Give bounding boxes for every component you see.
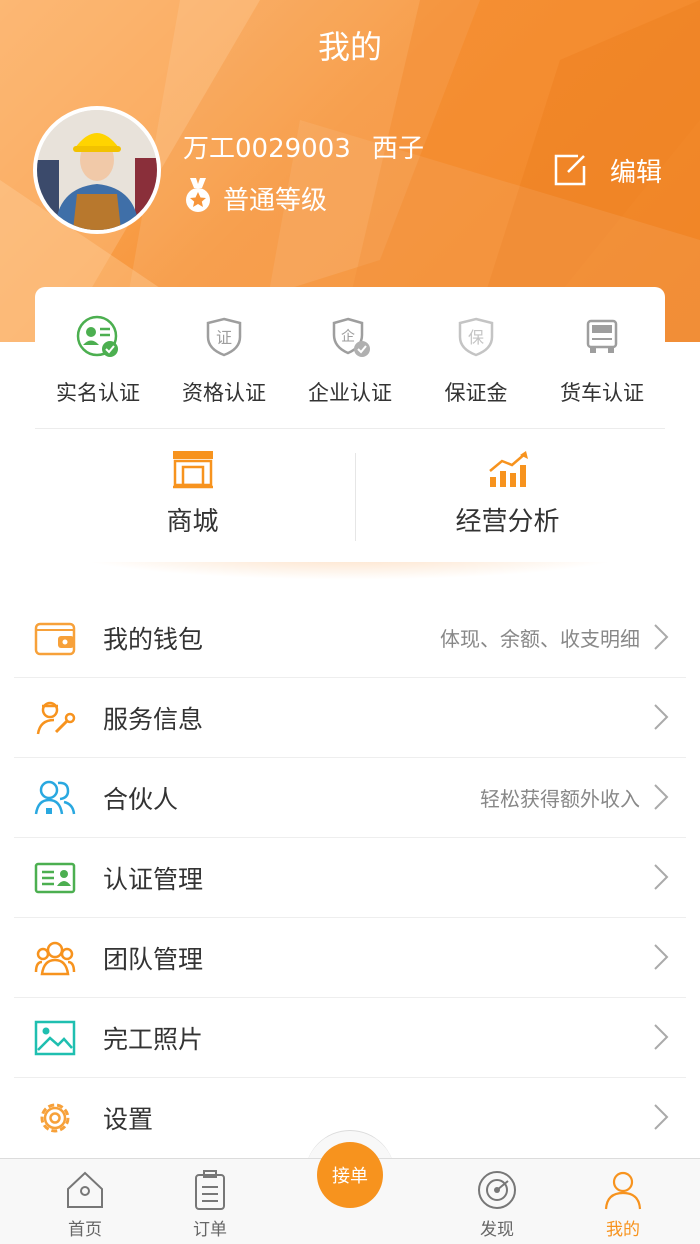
chevron-right-icon [654,1024,669,1050]
truck-icon [586,319,618,353]
business-analysis-button[interactable]: 经营分析 [350,429,665,562]
tab-label: 订单 [193,1220,227,1240]
menu-hint: 轻松获得额外收入 [480,787,640,811]
cert-item-enterprise[interactable]: 企 企业认证 [287,287,413,428]
chevron-right-icon [654,944,669,970]
store-icon [172,451,213,489]
menu-hint: 体现、余额、收支明细 [440,627,640,651]
service-worker-icon [36,701,76,735]
menu-item-partner[interactable]: 合伙人 轻松获得额外收入 [14,758,686,838]
profile-user-icon [604,1171,642,1210]
accept-order-button[interactable]: 接单 [317,1142,383,1208]
edit-icon [554,154,586,186]
tab-label: 我的 [606,1220,640,1240]
cert-label-truck: 货车认证 [560,381,644,405]
cert-item-qualification[interactable]: 证 资格认证 [161,287,287,428]
svg-text:保: 保 [468,328,484,347]
home-icon [67,1171,103,1208]
cert-item-deposit[interactable]: 保 保证金 [413,287,539,428]
svg-text:企: 企 [341,328,355,345]
deposit-shield-icon: 保 [458,317,494,357]
menu-label: 服务信息 [103,705,204,734]
menu-label: 团队管理 [103,945,204,974]
tab-orders[interactable]: 订单 [170,1159,250,1244]
wallet-icon [34,622,76,656]
tab-discover[interactable]: 发现 [457,1159,537,1244]
business-analysis-label: 经营分析 [455,507,560,537]
chevron-right-icon [654,704,669,730]
membership-level: 普通等级 [223,186,328,216]
chevron-right-icon [654,864,669,890]
analytics-chart-icon [488,451,528,487]
partners-icon [34,780,76,815]
menu-item-wallet[interactable]: 我的钱包 体现、余额、收支明细 [14,598,686,678]
svg-text:证: 证 [216,328,232,347]
avatar[interactable] [33,106,161,234]
certification-row: 实名认证 证 资格认证 企 企业认证 保 保证金 货车认证 [35,287,665,428]
shortcut-separator [355,453,356,541]
edit-label: 编辑 [610,157,663,188]
mall-label: 商城 [166,507,219,537]
id-card-icon [34,862,76,894]
photo-icon [34,1020,76,1056]
menu-item-team-management[interactable]: 团队管理 [14,918,686,998]
chevron-right-icon [654,1104,669,1130]
worker-avatar-icon [37,110,157,230]
cert-label-qualification: 资格认证 [182,381,266,405]
discover-radar-icon [478,1171,516,1209]
tab-mine[interactable]: 我的 [583,1159,663,1244]
cert-item-realname[interactable]: 实名认证 [35,287,161,428]
page-title: 我的 [317,28,382,66]
enterprise-shield-icon: 企 [332,317,370,357]
shortcut-row: 商城 经营分析 [35,429,665,562]
menu-label: 设置 [103,1105,154,1134]
tab-home[interactable]: 首页 [45,1159,125,1244]
order-list-icon [195,1170,225,1210]
menu-label: 完工照片 [103,1025,204,1054]
team-icon [34,941,76,976]
edit-profile-button[interactable]: 编辑 [552,150,662,190]
mall-button[interactable]: 商城 [35,429,350,562]
cert-label-deposit: 保证金 [444,381,508,405]
tab-label: 发现 [480,1220,514,1240]
menu-item-cert-management[interactable]: 认证管理 [14,838,686,918]
realname-verified-icon [76,315,118,357]
cert-label-realname: 实名认证 [56,381,140,405]
menu-item-completion-photos[interactable]: 完工照片 [14,998,686,1078]
certification-card: 实名认证 证 资格认证 企 企业认证 保 保证金 货车认证 商城 经营分析 [35,287,665,562]
chevron-right-icon [654,624,669,650]
qualification-shield-icon: 证 [206,317,242,357]
user-id: 万工0029003 [183,134,351,164]
medal-icon [186,178,210,212]
menu-label: 认证管理 [103,865,204,894]
menu-label: 合伙人 [103,785,179,814]
tab-label: 首页 [68,1220,102,1240]
user-nickname: 西子 [372,134,425,164]
menu-item-service-info[interactable]: 服务信息 [14,678,686,758]
menu-label: 我的钱包 [103,625,204,654]
chevron-right-icon [654,784,669,810]
cert-label-enterprise: 企业认证 [308,381,392,405]
cert-item-truck[interactable]: 货车认证 [539,287,665,428]
settings-gear-icon [40,1103,70,1133]
